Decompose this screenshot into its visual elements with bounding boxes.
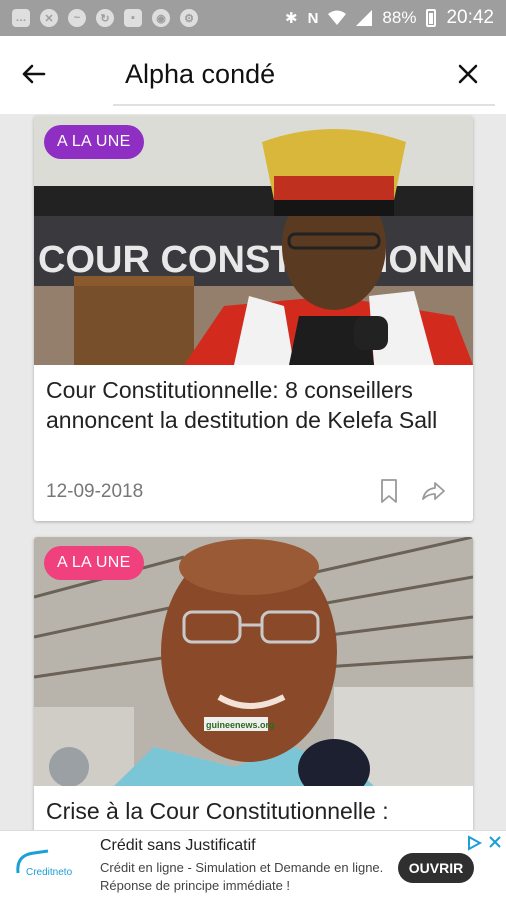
nfc-icon: N xyxy=(307,9,319,27)
ad-logo: Creditneto xyxy=(14,845,84,885)
sign-text: COUR CONSTITUTIONNELLE xyxy=(38,239,473,281)
arrow-left-icon[interactable] xyxy=(18,58,50,90)
ad-open-button[interactable]: OUVRIR xyxy=(398,853,474,883)
gallery-icon: ▪ xyxy=(124,9,142,27)
wifi-icon xyxy=(328,10,347,25)
ad-banner[interactable]: Creditneto Crédit sans Justificatif Créd… xyxy=(0,830,506,900)
search-header xyxy=(0,36,506,114)
chrome-icon: ◉ xyxy=(152,9,170,27)
ad-close-icon[interactable] xyxy=(488,835,502,849)
a-la-une-badge: A LA UNE xyxy=(44,546,144,580)
close-icon[interactable] xyxy=(452,58,484,90)
article-card[interactable]: COUR CONSTITUTIONNELLE A LA UNE Co xyxy=(34,116,473,521)
article-title[interactable]: Crise à la Cour Constitutionnelle : xyxy=(34,786,473,826)
chat-icon: … xyxy=(12,9,30,27)
article-list[interactable]: COUR CONSTITUTIONNELLE A LA UNE Co xyxy=(0,114,506,830)
battery-icon xyxy=(426,9,437,27)
signal-icon xyxy=(356,10,373,26)
ad-logo-text: Creditneto xyxy=(26,867,73,878)
messenger-icon: ~ xyxy=(68,9,86,27)
battery-percent: 88% xyxy=(382,8,417,27)
article-date: 12-09-2018 xyxy=(46,481,144,502)
article-title[interactable]: Cour Constitutionnelle: 8 conseillers an… xyxy=(34,365,473,435)
missed-call-icon: ✕ xyxy=(40,9,58,27)
search-input[interactable] xyxy=(113,54,506,94)
ad-description[interactable]: Crédit en ligne - Simulation et Demande … xyxy=(100,859,390,895)
bookmark-icon[interactable] xyxy=(377,477,401,505)
clock: 20:42 xyxy=(446,7,494,28)
a-la-une-badge: A LA UNE xyxy=(44,125,144,159)
bluetooth-icon: ✱ xyxy=(285,10,298,27)
search-underline xyxy=(113,104,495,106)
ad-title[interactable]: Crédit sans Justificatif xyxy=(100,837,256,855)
notification-icons: … ✕ ~ ↻ ▪ ◉ ⚙ xyxy=(12,9,198,27)
sync-icon: ↻ xyxy=(96,9,114,27)
mic-watermark: guineenews.org xyxy=(206,720,275,730)
article-card[interactable]: guineenews.org A LA UNE Crise à la Cour … xyxy=(34,537,473,830)
ad-choices-icon[interactable] xyxy=(466,835,482,851)
settings-icon: ⚙ xyxy=(180,9,198,27)
share-icon[interactable] xyxy=(419,477,447,505)
article-photo[interactable]: COUR CONSTITUTIONNELLE A LA UNE xyxy=(34,116,473,365)
article-photo[interactable]: guineenews.org A LA UNE xyxy=(34,537,473,786)
status-bar: … ✕ ~ ↻ ▪ ◉ ⚙ ✱ N 88% 20:42 xyxy=(0,0,506,36)
